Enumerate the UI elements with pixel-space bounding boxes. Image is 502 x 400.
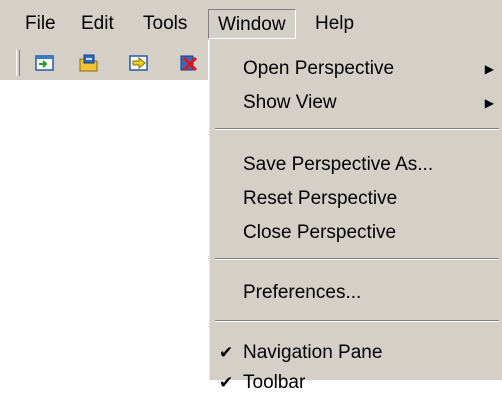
menu-window[interactable]: Window	[208, 9, 296, 39]
menu-help[interactable]: Help	[306, 9, 363, 39]
menu-item-label: Show View	[243, 92, 337, 113]
submenu-arrow-icon: ▶	[484, 62, 494, 76]
menu-item-label: Navigation Pane	[243, 342, 383, 363]
menu-edit[interactable]: Edit	[72, 9, 123, 39]
folder-open-icon[interactable]	[78, 53, 100, 73]
menu-separator	[215, 128, 499, 130]
submenu-arrow-icon: ▶	[484, 96, 494, 110]
menu-item-save-perspective-as[interactable]: Save Perspective As...	[209, 148, 502, 182]
menu-item-toolbar[interactable]: ✔ Toolbar	[209, 366, 502, 400]
menu-item-show-view[interactable]: Show View ▶	[209, 86, 502, 120]
menu-item-close-perspective[interactable]: Close Perspective	[209, 216, 502, 250]
window-menu-dropdown: Open Perspective ▶ Show View ▶ Save Pers…	[208, 40, 502, 393]
menu-item-label: Close Perspective	[243, 222, 397, 243]
toolbar	[0, 44, 210, 80]
menu-file[interactable]: File	[16, 9, 65, 39]
menu-item-open-perspective[interactable]: Open Perspective ▶	[209, 52, 502, 86]
menu-separator	[215, 320, 499, 322]
checkmark-icon: ✔	[219, 373, 234, 392]
menu-item-navigation-pane[interactable]: ✔ Navigation Pane	[209, 336, 502, 370]
menu-item-preferences[interactable]: Preferences...	[209, 276, 502, 310]
navigate-in-icon[interactable]	[34, 53, 56, 73]
menu-item-label: Open Perspective	[243, 58, 395, 79]
forward-arrow-icon[interactable]	[128, 53, 150, 73]
menu-item-label: Preferences...	[243, 282, 362, 303]
menu-item-label: Reset Perspective	[243, 188, 398, 209]
menu-bar: File Edit Tools Window Help	[0, 0, 502, 44]
menu-item-reset-perspective[interactable]: Reset Perspective	[209, 182, 502, 216]
menu-separator	[215, 258, 499, 260]
menu-item-label: Save Perspective As...	[243, 154, 434, 175]
toolbar-grip[interactable]	[16, 50, 20, 76]
checkmark-icon: ✔	[219, 343, 234, 362]
menu-item-label: Toolbar	[243, 372, 306, 393]
menu-tools[interactable]: Tools	[134, 9, 196, 39]
delete-icon[interactable]	[178, 53, 200, 73]
